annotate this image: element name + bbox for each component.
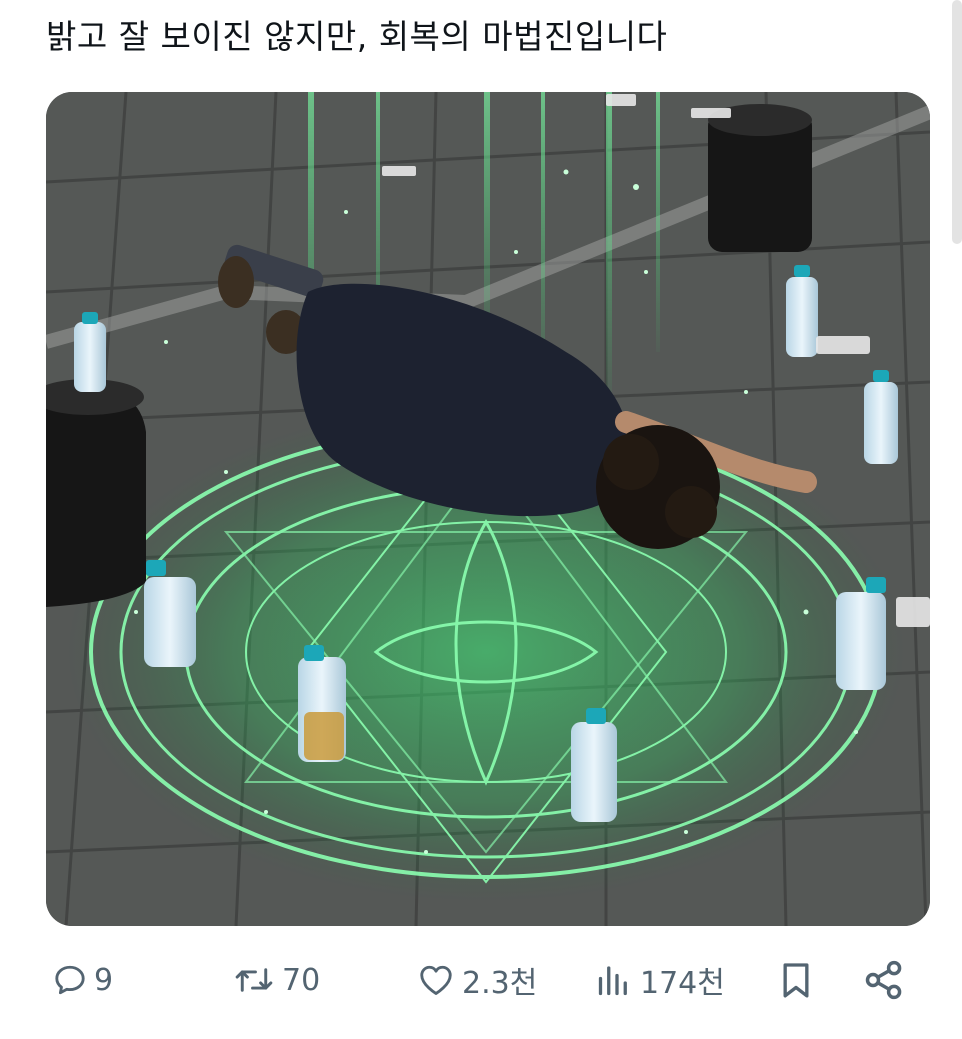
like-button[interactable]: 2.3천 [416,952,537,1008]
views-button[interactable]: 174천 [594,952,725,1008]
reply-count: 9 [94,962,114,998]
views-count: 174천 [640,966,725,1001]
post-text: 밝고 잘 보이진 않지만, 회복의 마법진입니다 [46,17,668,56]
views-icon [598,966,627,996]
share-icon [865,960,902,1000]
repost-button[interactable]: 70 [232,952,320,1008]
reply-button[interactable]: 9 [52,952,113,1008]
repost-count: 70 [282,962,321,998]
scrollbar[interactable] [952,0,962,244]
heart-icon [420,965,452,995]
magic-circle-photo [46,92,930,926]
bookmark-button[interactable] [776,952,816,1008]
post-photo[interactable] [46,92,930,926]
share-button[interactable] [862,952,906,1008]
like-count: 2.3천 [462,966,538,1001]
reply-icon [55,965,85,995]
bookmark-icon [783,963,809,998]
post-action-bar: 9 70 2.3천 174천 [0,952,962,1008]
repost-icon [235,968,273,992]
